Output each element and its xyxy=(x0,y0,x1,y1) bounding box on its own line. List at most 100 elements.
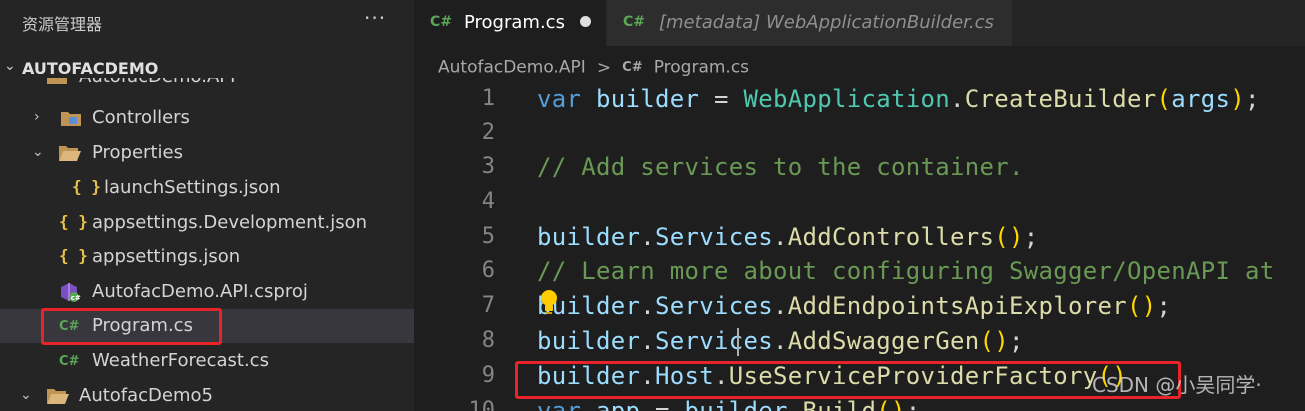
tree-item-appsettings-development-json[interactable]: { } appsettings.Development.json xyxy=(0,206,414,240)
code-editor[interactable]: 1 var builder = WebApplication.CreateBuil… xyxy=(414,84,1305,411)
code-token: args xyxy=(1171,85,1231,113)
open-folder-icon xyxy=(58,143,82,163)
code-token: . xyxy=(714,362,729,390)
code-token: AddEndpointsApiExplorer xyxy=(787,292,1127,320)
code-token: = xyxy=(699,85,744,113)
tree-item-label: WeatherForecast.cs xyxy=(92,350,269,371)
line-number: 5 xyxy=(481,224,495,249)
code-token: () xyxy=(994,223,1024,251)
unsaved-dot-icon[interactable] xyxy=(580,16,591,27)
controllers-folder-icon xyxy=(60,108,82,128)
explorer-title: 资源管理器 xyxy=(22,15,103,34)
code-text: builder.Services.AddEndpointsApiExplorer… xyxy=(537,292,1171,320)
tree-item-label: appsettings.Development.json xyxy=(92,212,368,233)
tree-item-program-cs[interactable]: C# Program.cs xyxy=(0,309,414,343)
tab-label: [metadata] WebApplicationBuilder.cs xyxy=(659,12,994,33)
json-file-icon: { } xyxy=(59,212,88,231)
code-token: Host xyxy=(655,362,714,390)
code-line[interactable]: 5 builder.Services.AddControllers(); xyxy=(414,222,1305,256)
tab-webapplicationbuilder-metadata[interactable]: C# [metadata] WebApplicationBuilder.cs xyxy=(607,0,1012,46)
code-token: . xyxy=(773,292,788,320)
tab-bar: C# Program.cs C# [metadata] WebApplicati… xyxy=(414,0,1305,46)
code-token: var xyxy=(537,85,582,113)
tab-program-cs[interactable]: C# Program.cs xyxy=(414,0,606,46)
tree-item-autofacdemo5[interactable]: ⌄ AutofacDemo5 xyxy=(0,379,414,411)
code-line[interactable]: 1 var builder = WebApplication.CreateBuil… xyxy=(414,84,1305,118)
json-file-icon: { } xyxy=(59,246,88,265)
code-token: Services xyxy=(655,327,773,355)
code-token: // Learn more about configuring Swagger/… xyxy=(537,257,1275,285)
tree-item-label: appsettings.json xyxy=(92,246,241,267)
line-number: 6 xyxy=(481,258,495,283)
code-token: . xyxy=(640,327,655,355)
code-token: UseServiceProviderFactory xyxy=(728,362,1098,390)
code-token: = xyxy=(640,397,685,411)
breadcrumb-file[interactable]: Program.cs xyxy=(654,58,749,78)
tree-item-autofacdemo-api[interactable]: AutofacDemo.API xyxy=(0,78,414,94)
line-number: 4 xyxy=(481,189,495,214)
tree-item-label: launchSettings.json xyxy=(104,177,281,198)
line-number: 2 xyxy=(481,120,495,145)
tree-item-label: Program.cs xyxy=(92,315,193,336)
code-token: . xyxy=(640,362,655,390)
code-token: builder xyxy=(537,327,641,355)
tree-item-launchsettings-json[interactable]: { } launchSettings.json xyxy=(0,171,414,205)
code-token: ; xyxy=(1009,327,1024,355)
code-line[interactable]: 8 builder.Services.AddSwaggerGen(); xyxy=(414,326,1305,360)
code-text: var builder = WebApplication.CreateBuild… xyxy=(537,85,1260,113)
code-line[interactable]: 10 var app = builder.Build(); xyxy=(414,396,1305,411)
code-line[interactable]: 2 xyxy=(414,118,1305,152)
lightbulb-icon[interactable] xyxy=(539,289,559,319)
tree-item-csproj[interactable]: c# AutofacDemo.API.csproj xyxy=(0,275,414,309)
tab-label: Program.cs xyxy=(464,12,565,33)
line-number: 8 xyxy=(481,328,495,353)
code-text: // Learn more about configuring Swagger/… xyxy=(537,257,1274,285)
csdn-watermark: CSDN @小吴同学· xyxy=(1092,373,1262,397)
code-text: builder.Services.AddControllers(); xyxy=(537,223,1039,251)
tree-item-label: AutofacDemo5 xyxy=(79,385,213,406)
code-token: . xyxy=(773,223,788,251)
tree-item-label: Properties xyxy=(92,142,183,163)
csharp-file-icon: C# xyxy=(430,14,453,30)
csharp-file-icon: C# xyxy=(622,60,643,75)
code-token: AddControllers xyxy=(787,223,995,251)
line-number: 10 xyxy=(468,398,496,411)
code-token: . xyxy=(640,292,655,320)
open-folder-icon xyxy=(46,386,70,406)
line-number: 7 xyxy=(481,293,495,318)
code-token: // Add services to the container. xyxy=(537,153,1024,181)
code-token: () xyxy=(876,397,906,411)
code-line[interactable]: 3 // Add services to the container. xyxy=(414,152,1305,186)
code-text: // Add services to the container. xyxy=(537,153,1024,181)
folder-icon xyxy=(46,78,68,86)
code-token: builder xyxy=(537,223,641,251)
code-token: builder xyxy=(537,362,641,390)
code-text: builder.Services.AddSwaggerGen(); xyxy=(537,327,1024,355)
tree-item-controllers[interactable]: › Controllers xyxy=(0,101,414,135)
workspace-section-label: AUTOFACDEMO xyxy=(22,59,159,78)
tree-item-appsettings-json[interactable]: { } appsettings.json xyxy=(0,240,414,274)
csproj-icon: c# xyxy=(59,281,83,303)
code-line[interactable]: 6 // Learn more about configuring Swagger… xyxy=(414,256,1305,290)
code-text: builder.Host.UseServiceProviderFactory() xyxy=(537,362,1127,390)
chevron-right-icon: › xyxy=(34,109,40,125)
code-token: Build xyxy=(802,397,877,411)
breadcrumb-project[interactable]: AutofacDemo.API xyxy=(438,58,586,78)
code-text: var app = builder.Build(); xyxy=(537,397,921,411)
code-token: . xyxy=(950,85,965,113)
code-token: . xyxy=(773,327,788,355)
code-token: () xyxy=(979,327,1009,355)
chevron-down-icon: ⌄ xyxy=(32,144,44,160)
tree-item-weatherforecast-cs[interactable]: C# WeatherForecast.cs xyxy=(0,344,414,378)
workspace-section-header[interactable]: ⌄ AUTOFACDEMO xyxy=(0,56,414,80)
code-token: . xyxy=(787,397,803,411)
code-token: ( xyxy=(1156,85,1172,113)
code-token: WebApplication xyxy=(743,85,950,113)
code-token: Services xyxy=(655,292,773,320)
tree-item-label: AutofacDemo.API.csproj xyxy=(92,281,308,302)
tree-item-properties[interactable]: ⌄ Properties xyxy=(0,136,414,170)
more-actions-icon[interactable]: ··· xyxy=(364,6,386,30)
tree-item-label: Controllers xyxy=(92,107,190,128)
code-line[interactable]: 4 xyxy=(414,187,1305,221)
text-cursor xyxy=(737,328,739,356)
